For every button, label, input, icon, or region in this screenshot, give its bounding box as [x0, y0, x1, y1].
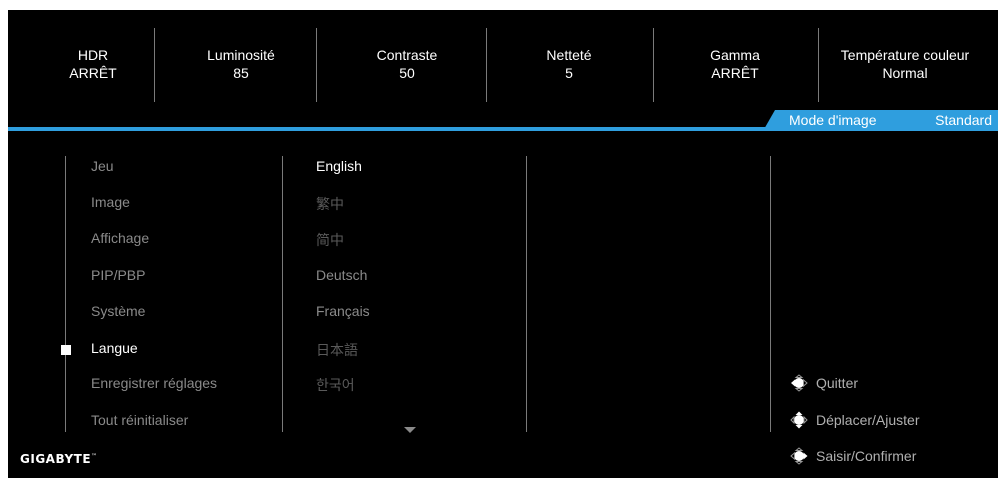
hint-enter-confirm-label: Saisir/Confirmer: [816, 448, 917, 464]
status-gamma[interactable]: Gamma ARRÊT: [650, 46, 820, 82]
selection-cursor-icon: [61, 345, 71, 355]
status-color-temperature-label: Température couleur: [840, 47, 970, 63]
trademark-mark: ™: [91, 453, 98, 460]
scroll-down-arrow-icon[interactable]: [404, 427, 416, 433]
language-option-simplified-chinese[interactable]: 简中: [316, 230, 344, 250]
divider: [770, 156, 771, 432]
picture-mode-label: Mode d'image: [789, 112, 877, 128]
joystick-up-down-icon: [790, 411, 808, 429]
divider: [316, 28, 317, 102]
status-brightness-value: 85: [233, 65, 249, 81]
status-gamma-label: Gamma: [710, 47, 760, 63]
menu-item-system[interactable]: Système: [91, 303, 145, 319]
status-color-temperature-value: Normal: [882, 65, 928, 81]
status-contrast-value: 50: [399, 65, 415, 81]
status-contrast-label: Contraste: [376, 47, 438, 63]
divider: [65, 156, 66, 432]
menu-item-save-settings[interactable]: Enregistrer réglages: [91, 375, 217, 391]
status-hdr[interactable]: HDR ARRÊT: [8, 46, 178, 82]
status-sharpness-label: Netteté: [546, 47, 592, 63]
joystick-right-icon: [790, 447, 808, 465]
hint-move-adjust-label: Déplacer/Ajuster: [816, 412, 920, 428]
hint-enter-confirm: Saisir/Confirmer: [788, 447, 916, 465]
gigabyte-logo: GIGABYTE™: [20, 452, 98, 466]
language-option-french[interactable]: Français: [316, 303, 370, 319]
brand-name: GIGABYTE: [20, 452, 92, 466]
language-option-german[interactable]: Deutsch: [316, 267, 367, 283]
status-color-temperature[interactable]: Température couleur Normal: [816, 46, 994, 82]
status-hdr-label: HDR: [77, 47, 109, 63]
menu-item-gaming[interactable]: Jeu: [91, 158, 114, 174]
divider: [154, 28, 155, 102]
hint-move-adjust: Déplacer/Ajuster: [788, 411, 920, 429]
status-contrast[interactable]: Contraste 50: [322, 46, 492, 82]
joystick-left-icon: [791, 374, 808, 392]
language-option-traditional-chinese[interactable]: 繁中: [316, 194, 344, 214]
osd-menu: HDR ARRÊT Luminosité 85 Contraste 50 Net…: [8, 10, 998, 478]
menu-item-reset-all[interactable]: Tout réinitialiser: [91, 412, 188, 428]
menu-item-picture[interactable]: Image: [91, 194, 130, 210]
menu-item-language[interactable]: Langue: [91, 340, 138, 356]
status-gamma-value: ARRÊT: [711, 65, 759, 81]
hint-exit-label: Quitter: [816, 375, 859, 391]
hint-exit: Quitter: [788, 374, 858, 392]
language-option-korean[interactable]: 한국어: [316, 375, 355, 395]
divider: [282, 156, 283, 432]
status-sharpness[interactable]: Netteté 5: [484, 46, 654, 82]
picture-mode-tab: Mode d'image Standard: [763, 110, 998, 131]
language-option-japanese[interactable]: 日本語: [316, 340, 358, 360]
status-sharpness-value: 5: [565, 65, 573, 81]
status-hdr-value: ARRÊT: [69, 65, 117, 81]
status-brightness[interactable]: Luminosité 85: [156, 46, 326, 82]
status-brightness-label: Luminosité: [207, 47, 275, 63]
divider: [526, 156, 527, 432]
menu-item-display[interactable]: Affichage: [91, 230, 149, 246]
picture-mode-value: Standard: [935, 112, 992, 128]
language-option-english[interactable]: English: [316, 158, 362, 174]
menu-item-pip-pbp[interactable]: PIP/PBP: [91, 267, 145, 283]
